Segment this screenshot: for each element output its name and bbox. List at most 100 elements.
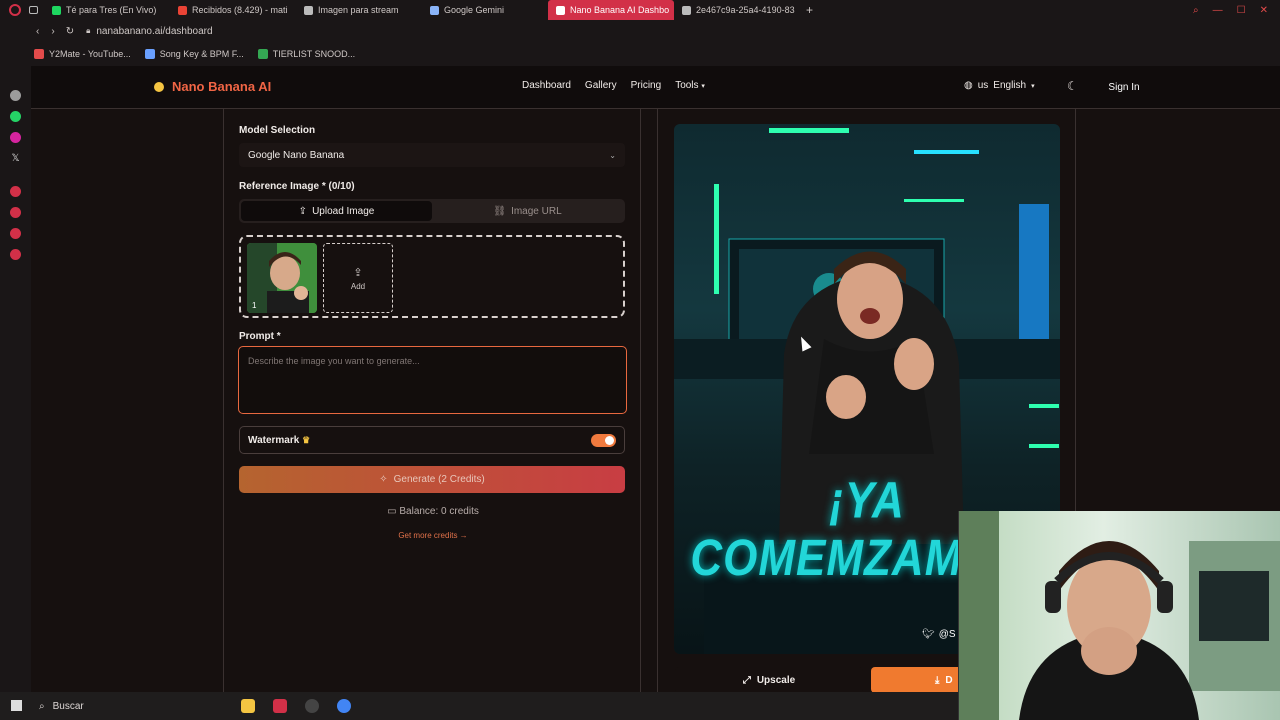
- nav-links: Dashboard Gallery Pricing Tools ▾: [522, 80, 705, 91]
- browser-tab-bar: Té para Tres (En Vivo) Recibidos (8.429) …: [0, 0, 1280, 20]
- forward-icon[interactable]: ›: [51, 26, 54, 37]
- opera-taskbar-icon[interactable]: [273, 699, 287, 713]
- browser-tab[interactable]: Imagen para stream: [296, 0, 422, 20]
- x-icon[interactable]: 𝕏: [11, 153, 19, 164]
- banana-icon: [154, 81, 164, 92]
- downloads-icon[interactable]: [10, 228, 21, 239]
- taskbar-search-label: Buscar: [52, 700, 84, 712]
- back-icon[interactable]: ‹: [36, 26, 39, 37]
- instagram-icon[interactable]: [10, 132, 21, 143]
- upload-icon: ⇪: [353, 266, 363, 279]
- nav-tools[interactable]: Tools ▾: [675, 80, 705, 91]
- lock-icon: 🔒︎: [86, 26, 91, 35]
- balance-text: Balance: 0 credits: [399, 506, 479, 517]
- upscale-label: Upscale: [756, 674, 796, 686]
- taskbar-search[interactable]: ⌕ Buscar: [33, 692, 193, 720]
- sparkle-icon: ✧: [379, 474, 388, 485]
- nav-gallery[interactable]: Gallery: [585, 80, 617, 91]
- whatsapp-icon[interactable]: [10, 111, 21, 122]
- search-icon: ⌕: [39, 700, 45, 712]
- webcam-feed: [959, 511, 1280, 720]
- image-source-tabs: ⇪ Upload Image ⛓ Image URL: [239, 199, 625, 223]
- tab-image-url[interactable]: ⛓ Image URL: [432, 201, 623, 221]
- bookmark-item[interactable]: Y2Mate - YouTube...: [34, 49, 131, 59]
- generate-label: Generate (2 Credits): [393, 474, 485, 485]
- tab-label: Google Gemini: [444, 5, 505, 15]
- model-select[interactable]: Google Nano Banana ⌄: [239, 143, 625, 167]
- twitter-icon: 🐦︎: [922, 629, 935, 640]
- reference-image-label: Reference Image * (0/10): [239, 181, 355, 192]
- prompt-input[interactable]: Describe the image you want to generate.…: [238, 346, 627, 414]
- browser-tab[interactable]: Nano Banana AI Dashbo: [548, 0, 674, 20]
- tab-favicon-icon: [304, 5, 313, 15]
- windows-start-icon[interactable]: [11, 700, 22, 711]
- upscale-button[interactable]: ⤢ Upscale: [675, 667, 863, 692]
- watermark-toggle[interactable]: [591, 433, 616, 447]
- webcam-overlay: [958, 511, 1280, 720]
- get-more-credits-link[interactable]: Get more credits →: [224, 531, 642, 540]
- obs-icon[interactable]: [305, 699, 319, 713]
- bookmark-item[interactable]: Song Key & BPM F...: [144, 49, 244, 59]
- thumbnail-index: 1: [252, 301, 257, 310]
- workspaces-icon[interactable]: [29, 6, 38, 14]
- browser-tab[interactable]: Té para Tres (En Vivo): [44, 0, 170, 20]
- close-icon[interactable]: ✕: [1260, 5, 1268, 16]
- generation-form: Model Selection Google Nano Banana ⌄ Ref…: [223, 109, 641, 692]
- link-icon: ⛓: [493, 205, 507, 217]
- browser-tab[interactable]: Google Gemini: [422, 0, 548, 20]
- generate-button[interactable]: ✧ Generate (2 Credits): [239, 466, 625, 493]
- settings-icon[interactable]: [10, 249, 21, 260]
- tab-label: Nano Banana AI Dashbo: [570, 5, 670, 15]
- browser-side-panel: 𝕏: [0, 42, 31, 692]
- bookmark-item[interactable]: TIERLIST SNOOD...: [257, 49, 355, 59]
- tab-favicon-icon: [682, 5, 691, 15]
- handle-text: @S: [938, 629, 956, 640]
- bookmark-label: Song Key & BPM F...: [159, 49, 244, 59]
- model-selection-label: Model Selection: [239, 125, 316, 136]
- minimize-icon[interactable]: —: [1213, 5, 1223, 16]
- heart-icon[interactable]: [10, 186, 21, 197]
- opera-logo-icon[interactable]: [9, 4, 21, 16]
- lang-label: English: [993, 80, 1027, 91]
- brand-name: Nano Banana AI: [172, 79, 272, 94]
- chrome-icon[interactable]: [337, 699, 351, 713]
- tab-label: Recibidos (8.429) - mati: [192, 5, 288, 15]
- credit-balance: ▭ Balance: 0 credits: [224, 506, 642, 517]
- history-icon[interactable]: [10, 207, 21, 218]
- add-image-button[interactable]: ⇪ Add: [323, 243, 393, 313]
- tab-upload-label: Upload Image: [312, 205, 375, 217]
- browser-tab[interactable]: Recibidos (8.429) - mati: [170, 0, 296, 20]
- prompt-label: Prompt *: [239, 331, 281, 342]
- file-explorer-icon[interactable]: [241, 699, 255, 713]
- brand-logo[interactable]: Nano Banana AI: [154, 79, 271, 94]
- sign-in-button[interactable]: Sign In: [1101, 76, 1147, 98]
- bookmarks-bar: Y2Mate - YouTube... Song Key & BPM F... TI…: [0, 42, 1280, 66]
- search-tabs-icon[interactable]: ⌕: [1193, 5, 1199, 16]
- bookmark-label: Y2Mate - YouTube...: [49, 49, 131, 59]
- upload-dropzone[interactable]: 1 ⇪ Add: [239, 235, 625, 318]
- download-label: D: [945, 674, 953, 686]
- browser-tab[interactable]: 2e467c9a-25a4-4190-83: [674, 0, 800, 20]
- reload-icon[interactable]: ↻: [66, 26, 74, 37]
- new-tab-icon[interactable]: +: [806, 3, 813, 17]
- chatgpt-icon[interactable]: [10, 90, 21, 101]
- language-selector[interactable]: ◍ us English ▾: [964, 80, 1035, 91]
- tab-list: Té para Tres (En Vivo) Recibidos (8.429) …: [44, 0, 800, 20]
- watermark-label-group: Watermark ♛: [248, 435, 310, 446]
- nav-dashboard[interactable]: Dashboard: [522, 80, 571, 91]
- os-taskbar: ⌕ Buscar: [0, 692, 958, 720]
- tab-url-label: Image URL: [511, 205, 562, 217]
- tab-favicon-icon: [556, 5, 565, 15]
- nav-pricing[interactable]: Pricing: [631, 80, 662, 91]
- globe-icon: ◍: [964, 80, 973, 91]
- tab-favicon-icon: [52, 5, 61, 15]
- tab-favicon-icon: [430, 5, 439, 15]
- tab-upload-image[interactable]: ⇪ Upload Image: [241, 201, 432, 221]
- maximize-icon[interactable]: ☐: [1237, 5, 1246, 16]
- url-field[interactable]: nanabanano.ai/dashboard: [96, 26, 212, 37]
- reference-thumbnail[interactable]: 1: [247, 243, 317, 313]
- chevron-down-icon: ▾: [1031, 82, 1035, 90]
- dark-mode-icon[interactable]: ☾: [1067, 79, 1078, 93]
- watermark-label: Watermark: [248, 434, 300, 446]
- nav-tools-label: Tools: [675, 80, 699, 91]
